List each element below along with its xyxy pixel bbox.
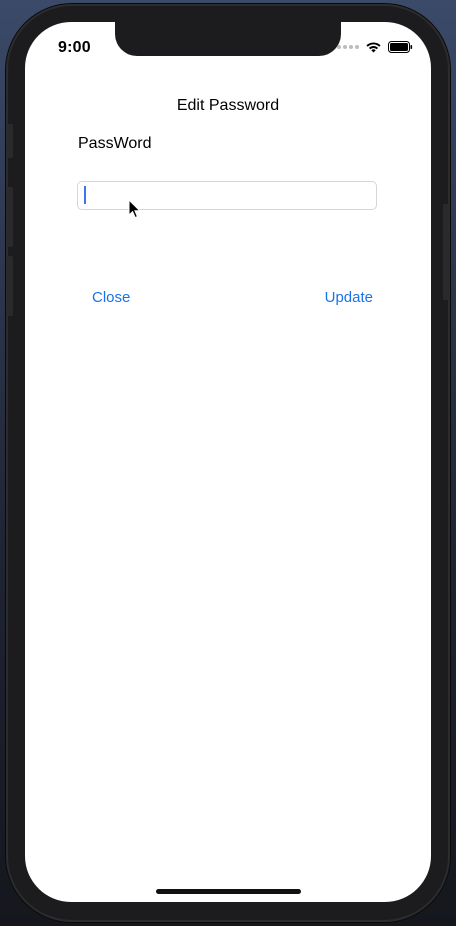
status-time: 9:00 [58,39,91,56]
text-caret [84,186,86,204]
status-icons [337,41,413,53]
volume-down-button [7,256,13,316]
mute-switch [7,124,13,158]
close-button[interactable]: Close [92,289,130,306]
notch [115,22,341,56]
update-button[interactable]: Update [325,289,373,306]
app-screen: 9:00 Edit Password PassWord Close Update [25,22,431,902]
home-indicator [156,889,301,894]
password-input[interactable] [77,181,377,210]
page-title: Edit Password [176,97,280,114]
volume-up-button [7,187,13,247]
cellular-signal-icon [337,45,359,49]
password-label: PassWord [78,135,152,152]
wifi-icon [366,42,381,53]
mouse-pointer-icon [128,199,142,219]
battery-icon [388,41,413,53]
power-button [443,204,449,300]
